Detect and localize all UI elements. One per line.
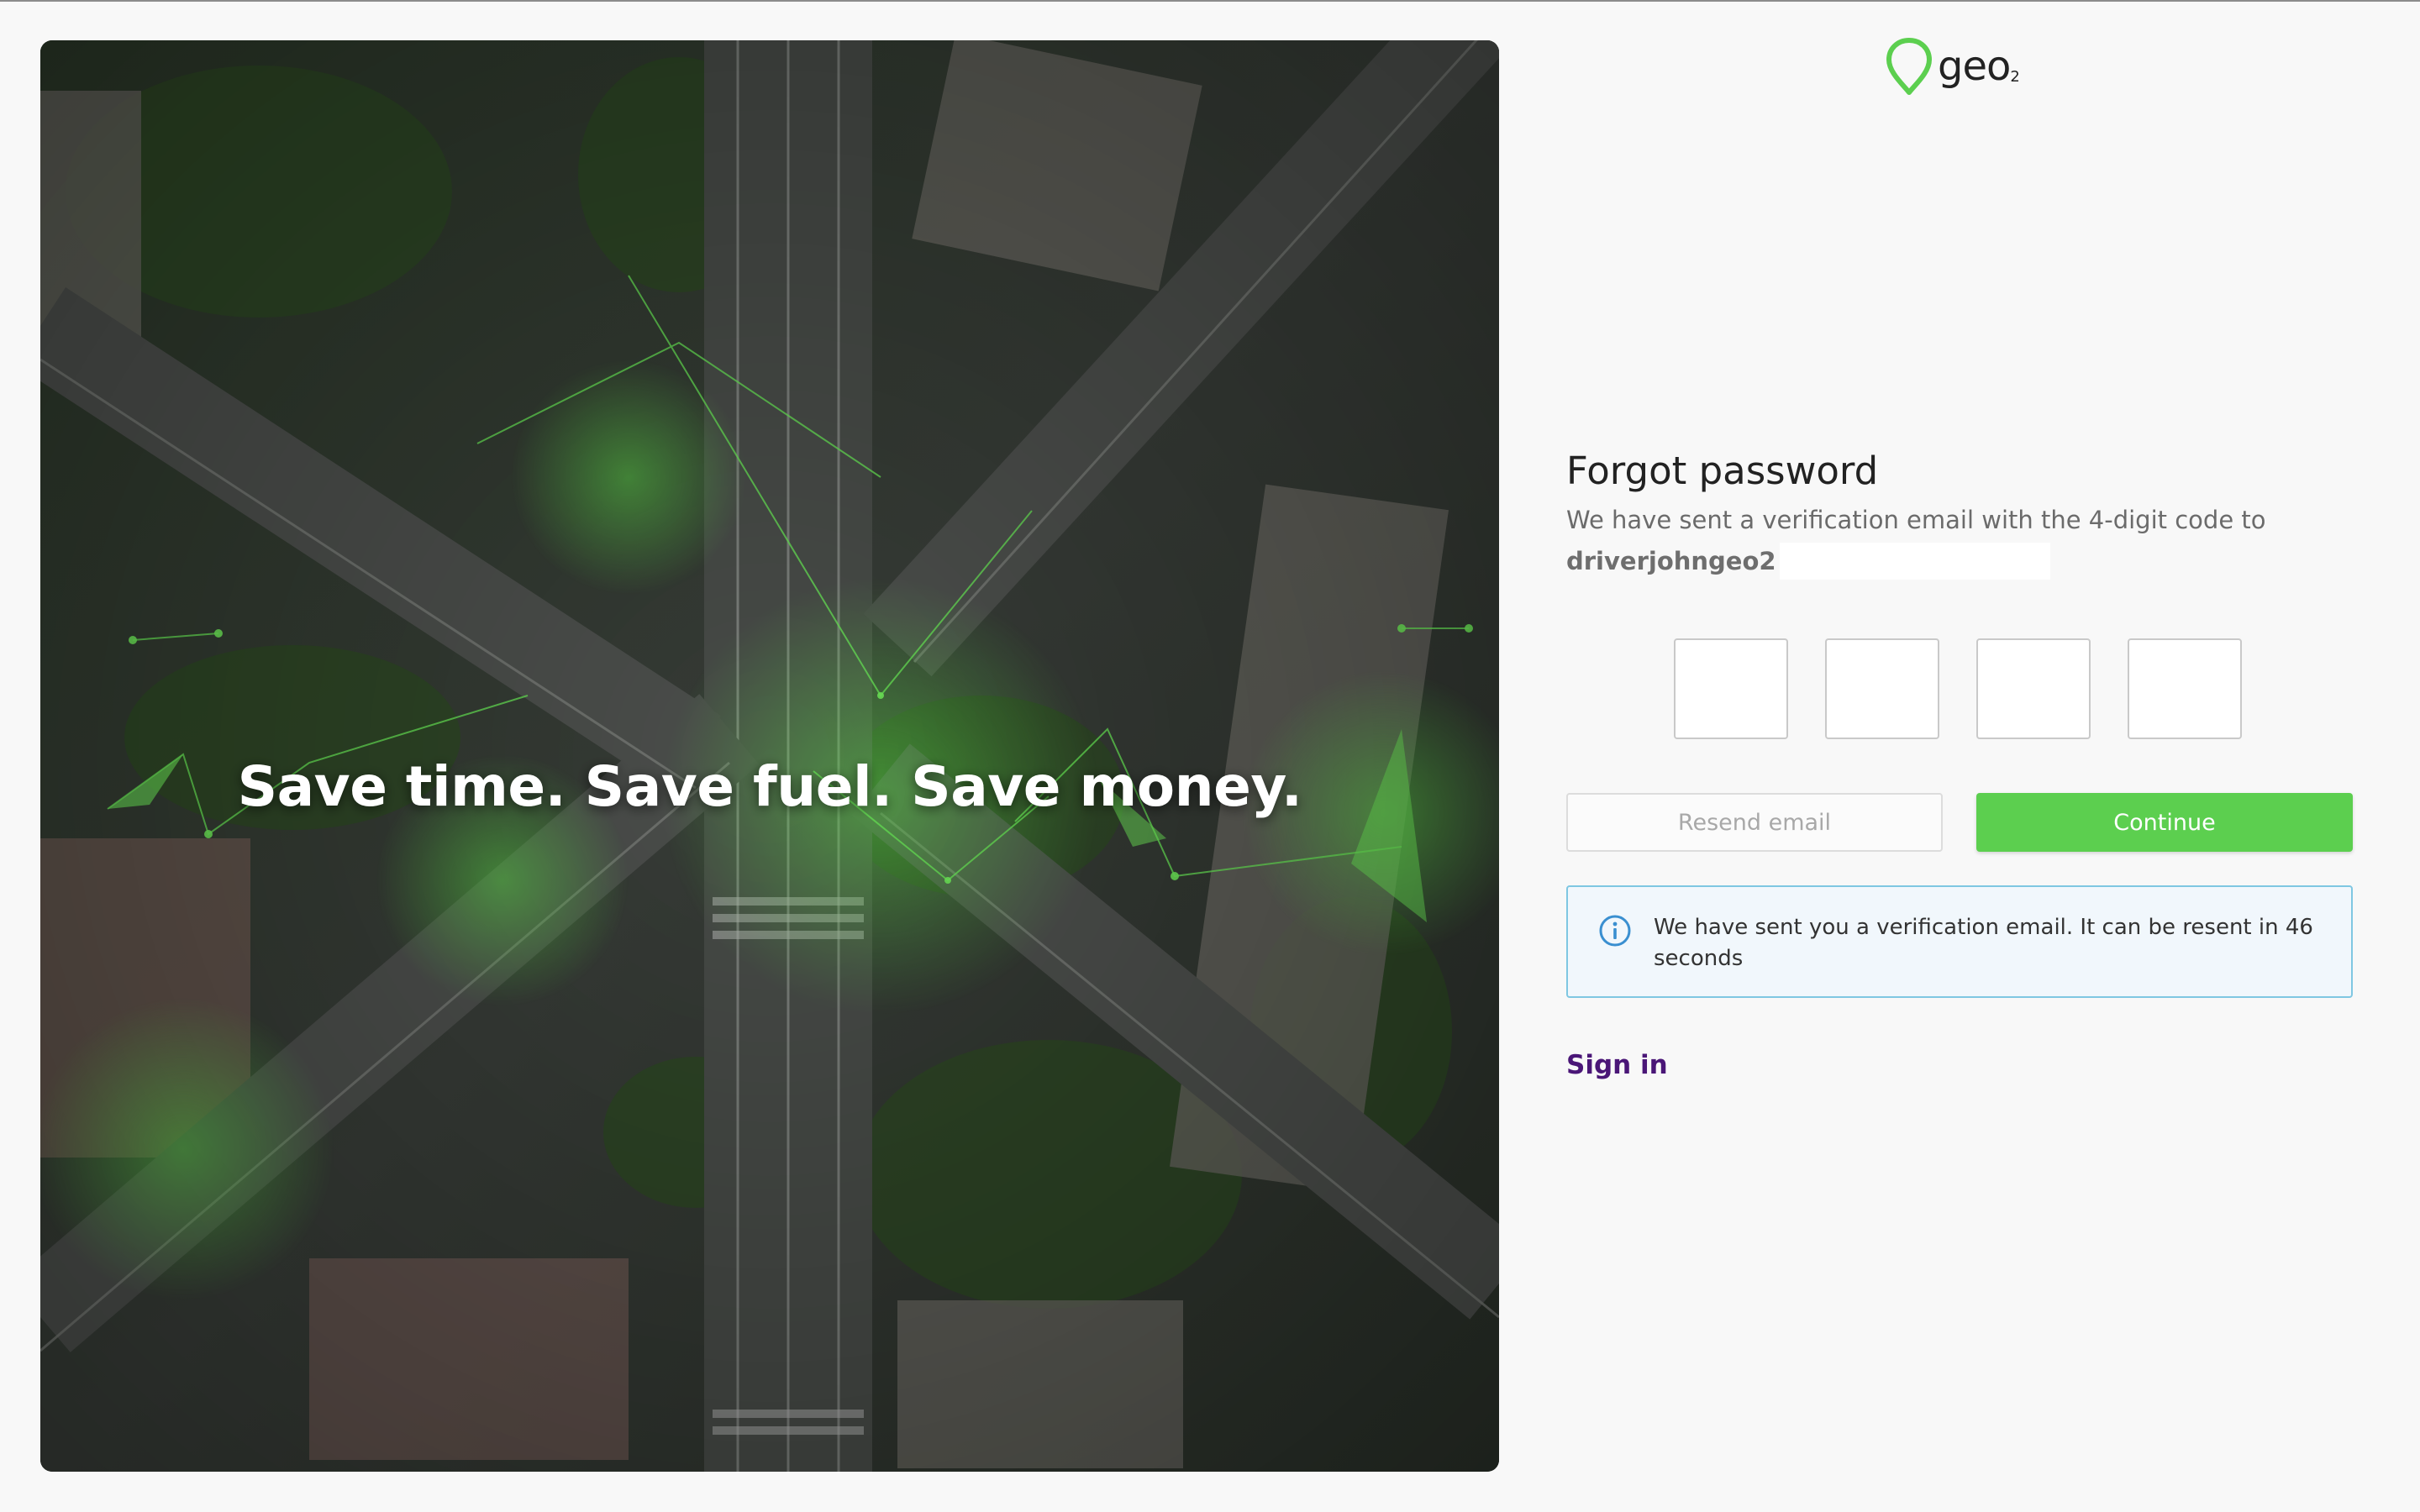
page-title: Forgot password — [1566, 449, 1879, 493]
code-digit-2-input[interactable] — [1825, 638, 1939, 739]
code-digit-1-input[interactable] — [1674, 638, 1788, 739]
email-address: driverjohngeo2 — [1566, 547, 1776, 575]
info-icon — [1599, 915, 1631, 947]
resend-email-button[interactable]: Resend email — [1566, 793, 1943, 852]
hero-image-panel: Save time. Save fuel. Save money. — [40, 40, 1499, 1472]
verification-code-inputs — [1674, 638, 2242, 739]
geo2-logo: geo 2 — [1886, 37, 2020, 96]
verification-description: We have sent a verification email with t… — [1566, 506, 2266, 534]
info-message: We have sent you a verification email. I… — [1654, 915, 2313, 971]
continue-button[interactable]: Continue — [1976, 793, 2353, 852]
logo-subscript: 2 — [2010, 68, 2020, 86]
code-digit-3-input[interactable] — [1976, 638, 2091, 739]
email-redaction-mask — [1779, 543, 2050, 580]
code-digit-4-input[interactable] — [2128, 638, 2242, 739]
logo-text: geo — [1938, 43, 2011, 90]
hero-tagline: Save time. Save fuel. Save money. — [237, 754, 1302, 819]
map-pin-icon — [1886, 38, 1932, 95]
resend-info-alert: We have sent you a verification email. I… — [1566, 885, 2353, 998]
sign-in-link[interactable]: Sign in — [1566, 1050, 1668, 1080]
window-top-border — [0, 0, 2420, 2]
email-address-line: driverjohngeo2 — [1566, 543, 2050, 580]
